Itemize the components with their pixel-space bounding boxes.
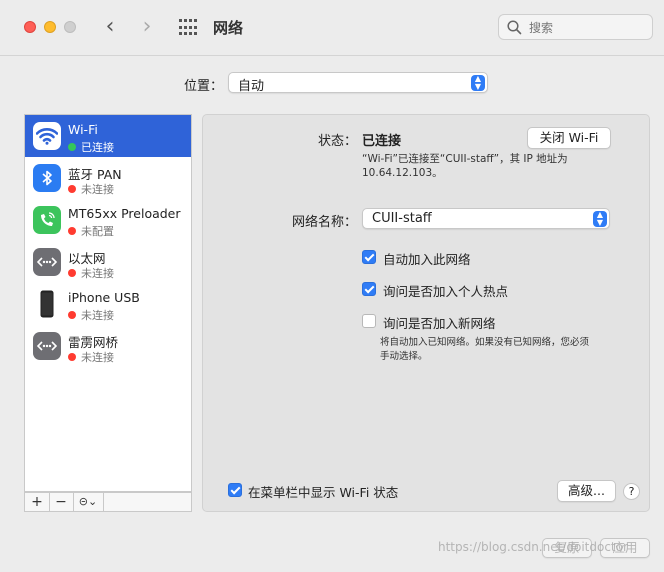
service-status: 未连接 <box>68 181 114 197</box>
wifi-icon <box>33 122 61 150</box>
service-item-iphone-usb[interactable]: iPhone USB 未连接 <box>25 283 191 325</box>
new-network-note-line2: 手动选择。 <box>380 351 428 362</box>
service-name: MT65xx Preloader <box>68 206 181 221</box>
show-in-menubar-checkbox[interactable] <box>228 483 242 497</box>
iphone-icon <box>33 290 61 318</box>
service-item-thunderbolt-bridge[interactable]: 雷雳网桥 未连接 <box>25 325 191 367</box>
auto-join-checkbox[interactable] <box>362 250 376 264</box>
chevron-updown-icon: ▲ ▼ <box>593 211 607 227</box>
status-dot <box>68 311 76 319</box>
status-description-line2: 10.64.12.103。 <box>362 167 443 179</box>
location-label: 位置： <box>184 79 224 94</box>
window-title: 网络 <box>213 19 244 37</box>
ask-new-network-checkbox[interactable] <box>362 314 376 328</box>
service-status-text: 未配置 <box>81 225 114 238</box>
network-name-value: CUII-staff <box>372 211 432 226</box>
remove-service-button[interactable]: − <box>49 493 74 511</box>
service-list-toolbar: + − ⊝⌄ <box>24 492 192 512</box>
search-icon <box>507 20 522 35</box>
ask-hotspot-checkbox[interactable] <box>362 282 376 296</box>
status-dot <box>68 227 76 235</box>
watermark: https://blog.csdn.net/doitdoctor <box>438 540 628 554</box>
advanced-button[interactable]: 高级... <box>557 480 616 502</box>
status-dot <box>68 269 76 277</box>
service-status: 未连接 <box>68 307 114 323</box>
status-dot <box>68 353 76 361</box>
status-label: 状态： <box>318 134 358 149</box>
service-name: iPhone USB <box>68 290 140 305</box>
service-item-wifi[interactable]: Wi-Fi 已连接 <box>25 115 191 157</box>
service-status: 未配置 <box>68 223 114 239</box>
back-icon[interactable]: ‹ <box>99 16 121 38</box>
network-name-select[interactable]: CUII-staff ▲ ▼ <box>362 208 610 229</box>
search-input[interactable] <box>527 18 651 38</box>
network-name-label: 网络名称： <box>292 215 358 230</box>
status-value: 已连接 <box>362 134 402 149</box>
service-status-text: 未连接 <box>81 183 114 196</box>
location-value: 自动 <box>238 79 265 94</box>
service-list: Wi-Fi 已连接 蓝牙 PAN 未连接 MT65xx Preloader 未配… <box>24 114 192 492</box>
service-status-text: 已连接 <box>81 141 114 154</box>
close-window-button[interactable] <box>24 21 36 33</box>
service-name: Wi-Fi <box>68 122 98 137</box>
location-select[interactable]: 自动 ▲ ▼ <box>228 72 488 94</box>
auto-join-label: 自动加入此网络 <box>383 252 471 267</box>
minimize-window-button[interactable] <box>44 21 56 33</box>
status-dot <box>68 185 76 193</box>
bridge-icon <box>33 332 61 360</box>
service-item-ethernet[interactable]: 以太网 未连接 <box>25 241 191 283</box>
phone-modem-icon <box>33 206 61 234</box>
help-button[interactable]: ? <box>623 483 640 500</box>
service-status: 未连接 <box>68 265 114 281</box>
chevron-updown-icon: ▲ ▼ <box>471 75 485 91</box>
status-dot <box>68 143 76 151</box>
forward-icon[interactable]: › <box>136 16 158 38</box>
show-all-grid-icon[interactable] <box>179 19 197 37</box>
service-status-text: 未连接 <box>81 309 114 322</box>
title-bar: ‹ › 网络 <box>0 0 664 56</box>
service-status: 已连接 <box>68 139 114 155</box>
search-field[interactable] <box>498 14 653 40</box>
service-status-text: 未连接 <box>81 267 114 280</box>
service-item-mt65xx-preloader[interactable]: MT65xx Preloader 未配置 <box>25 199 191 241</box>
ethernet-icon <box>33 248 61 276</box>
service-status: 未连接 <box>68 349 114 365</box>
service-actions-button[interactable]: ⊝⌄ <box>73 493 104 511</box>
service-item-bluetooth-pan[interactable]: 蓝牙 PAN 未连接 <box>25 157 191 199</box>
bluetooth-icon <box>33 164 61 192</box>
zoom-window-button[interactable] <box>64 21 76 33</box>
show-in-menubar-label: 在菜单栏中显示 Wi-Fi 状态 <box>248 485 399 500</box>
add-service-button[interactable]: + <box>25 493 50 511</box>
turn-off-wifi-button[interactable]: 关闭 Wi-Fi <box>527 127 611 149</box>
ask-hotspot-label: 询问是否加入个人热点 <box>383 284 509 299</box>
service-status-text: 未连接 <box>81 351 114 364</box>
ask-new-network-label: 询问是否加入新网络 <box>383 316 496 331</box>
